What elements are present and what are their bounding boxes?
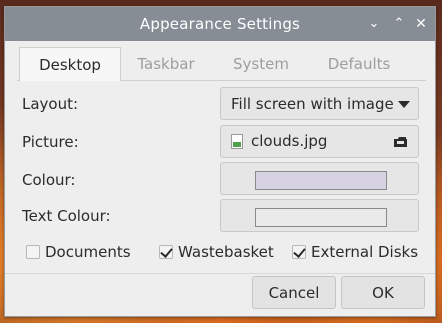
colour-swatch (255, 171, 387, 190)
picture-file-chooser[interactable]: clouds.jpg (220, 125, 419, 158)
button-bar-divider (5, 273, 435, 274)
ok-button[interactable]: OK (341, 276, 425, 309)
image-file-icon (231, 134, 243, 149)
colour-label: Colour: (22, 171, 76, 189)
text-colour-swatch (255, 208, 387, 227)
layout-selected-value: Fill screen with image (231, 95, 394, 113)
external-disks-checkbox[interactable] (292, 245, 306, 259)
desktop-icons-row: Documents Wastebasket External Disks (5, 243, 437, 263)
minimize-icon[interactable]: ⌄ (365, 15, 383, 33)
dropdown-arrow-icon (398, 101, 410, 108)
wastebasket-label[interactable]: Wastebasket (178, 243, 274, 261)
tab-bar: Desktop Taskbar System Defaults (17, 47, 426, 81)
tab-desktop[interactable]: Desktop (19, 47, 121, 81)
documents-label[interactable]: Documents (45, 243, 131, 261)
maximize-icon[interactable]: ⌃ (390, 15, 408, 33)
title-bar[interactable]: Appearance Settings ⌄ ⌃ ✕ (5, 7, 435, 41)
picture-label: Picture: (22, 133, 79, 151)
close-icon[interactable]: ✕ (412, 15, 430, 33)
picture-file-name: clouds.jpg (251, 132, 328, 150)
wastebasket-checkbox[interactable] (159, 245, 173, 259)
tab-taskbar[interactable]: Taskbar (125, 47, 207, 80)
colour-button[interactable] (220, 162, 419, 195)
tab-defaults[interactable]: Defaults (313, 47, 405, 80)
layout-label: Layout: (22, 95, 79, 113)
cancel-button[interactable]: Cancel (252, 276, 336, 309)
open-folder-icon (394, 137, 407, 147)
text-colour-label: Text Colour: (22, 207, 111, 225)
text-colour-button[interactable] (220, 199, 419, 232)
documents-checkbox[interactable] (26, 245, 40, 259)
appearance-settings-window: Appearance Settings ⌄ ⌃ ✕ Desktop Taskba… (4, 6, 436, 317)
tab-system[interactable]: System (215, 47, 307, 80)
external-disks-label[interactable]: External Disks (311, 243, 418, 261)
layout-dropdown[interactable]: Fill screen with image (220, 87, 419, 120)
